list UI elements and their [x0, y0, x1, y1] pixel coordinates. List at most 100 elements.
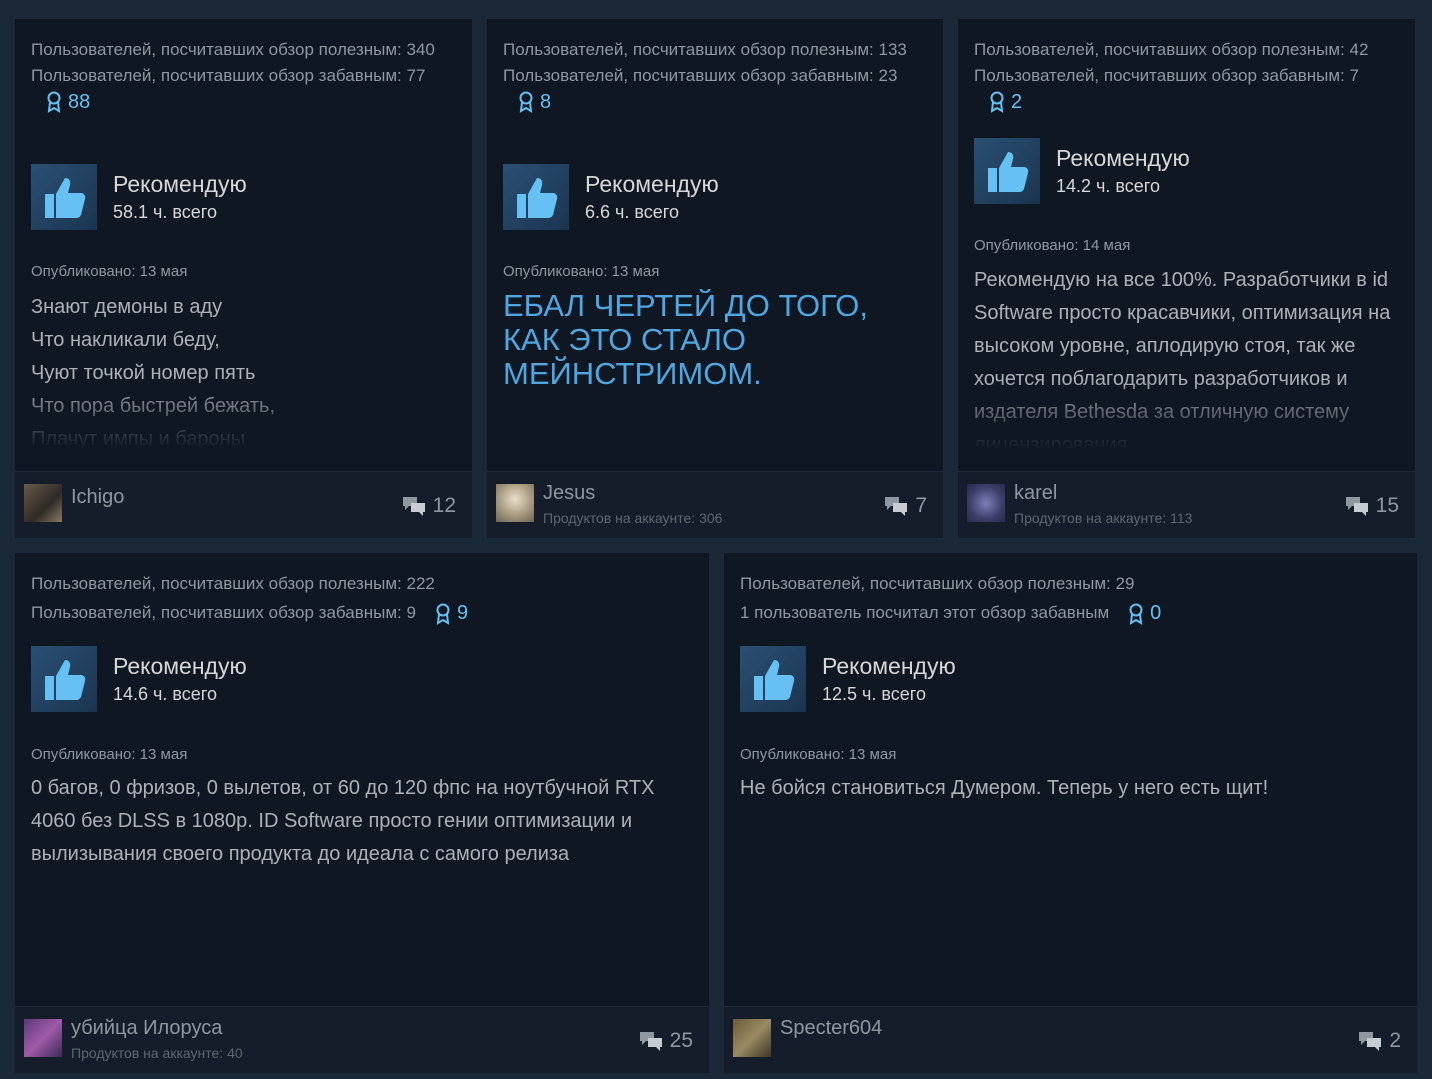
review-stats: Пользователей, посчитавших обзор полезны…	[31, 569, 693, 628]
comments-icon	[1359, 1032, 1382, 1051]
comments-icon	[1345, 497, 1368, 516]
award-icon	[47, 91, 61, 113]
funny-count: Пользователей, посчитавших обзор забавны…	[31, 66, 426, 85]
funny-count: Пользователей, посчитавших обзор забавны…	[31, 603, 416, 622]
award-button[interactable]: 88	[45, 89, 456, 115]
avatar[interactable]	[24, 1019, 62, 1057]
comments-icon	[885, 497, 908, 516]
comments-button[interactable]: 2	[1357, 1029, 1401, 1053]
review-stats: Пользователей, посчитавших обзор полезны…	[974, 37, 1399, 115]
review-card: Пользователей, посчитавших обзор полезны…	[487, 19, 943, 538]
award-button[interactable]: 2	[988, 89, 1399, 115]
helpful-count: Пользователей, посчитавших обзор полезны…	[31, 574, 435, 593]
recommendation: Рекомендую 58.1 ч. всего	[31, 164, 247, 230]
comments-button[interactable]: 7	[883, 494, 927, 518]
recommend-label: Рекомендую	[113, 653, 247, 679]
review-line: Плачут импы и бароны	[31, 428, 246, 449]
review-stats: Пользователей, посчитавших обзор полезны…	[31, 37, 456, 115]
helpful-count: Пользователей, посчитавших обзор полезны…	[31, 40, 435, 59]
recommendation: Рекомендую 6.6 ч. всего	[503, 164, 719, 230]
author-name[interactable]: Specter604	[780, 1017, 882, 1040]
avatar[interactable]	[733, 1019, 771, 1057]
review-footer: убийца Илоруса Продуктов на аккаунте: 40…	[15, 1006, 709, 1073]
review-text[interactable]: Не бойся становиться Думером. Теперь у н…	[740, 772, 1401, 972]
helpful-count: Пользователей, посчитавших обзор полезны…	[740, 574, 1135, 593]
recommendation: Рекомендую 12.5 ч. всего	[740, 646, 956, 712]
review-stats: Пользователей, посчитавших обзор полезны…	[503, 37, 927, 115]
posted-date: Опубликовано: 13 мая	[31, 263, 188, 280]
hours-played: 6.6 ч. всего	[585, 202, 679, 222]
recommend-label: Рекомендую	[585, 171, 719, 197]
helpful-count: Пользователей, посчитавших обзор полезны…	[503, 40, 907, 59]
review-stats: Пользователей, посчитавших обзор полезны…	[740, 569, 1401, 628]
posted-date: Опубликовано: 13 мая	[503, 263, 660, 280]
author-name[interactable]: Jesus	[543, 482, 595, 505]
hours-played: 14.2 ч. всего	[1056, 176, 1160, 196]
avatar[interactable]	[496, 484, 534, 522]
award-count: 9	[456, 602, 469, 625]
posted-date: Опубликовано: 13 мая	[31, 746, 188, 763]
comments-button[interactable]: 25	[638, 1029, 693, 1053]
thumbs-up-icon	[31, 646, 97, 712]
author-name[interactable]: Ichigo	[71, 486, 124, 509]
recommendation: Рекомендую 14.6 ч. всего	[31, 646, 247, 712]
award-button[interactable]: 9	[434, 599, 468, 628]
award-count: 0	[1150, 602, 1162, 625]
review-text[interactable]: Знают демоны в аду Что накликали беду, Ч…	[31, 291, 456, 449]
award-count: 2	[1011, 91, 1023, 113]
hours-played: 58.1 ч. всего	[113, 202, 217, 222]
review-text[interactable]: Рекомендую на все 100%. Разработчики в i…	[974, 264, 1399, 449]
helpful-count: Пользователей, посчитавших обзор полезны…	[974, 40, 1369, 59]
comments-count: 2	[1389, 1029, 1401, 1052]
thumbs-up-icon	[503, 164, 569, 230]
award-count: 8	[540, 91, 552, 113]
comments-count: 12	[432, 494, 456, 517]
thumbs-up-icon	[974, 138, 1040, 204]
posted-date: Опубликовано: 14 мая	[974, 237, 1131, 254]
funny-count: 1 пользователь посчитал этот обзор забав…	[740, 603, 1110, 622]
review-footer: Ichigo 12	[15, 471, 472, 538]
comments-icon	[639, 1032, 662, 1051]
comments-count: 7	[915, 494, 927, 517]
avatar[interactable]	[24, 484, 62, 522]
award-icon	[519, 91, 533, 113]
review-line: Знают демоны в аду	[31, 296, 223, 318]
products-count: Продуктов на аккаунте: 113	[1014, 510, 1193, 526]
recommend-label: Рекомендую	[113, 171, 247, 197]
review-text[interactable]: ЕБАЛ ЧЕРТЕЙ ДО ТОГО, КАК ЭТО СТАЛО МЕЙНС…	[503, 289, 927, 449]
comments-icon	[402, 497, 425, 516]
funny-count: Пользователей, посчитавших обзор забавны…	[974, 66, 1359, 85]
review-card: Пользователей, посчитавших обзор полезны…	[724, 553, 1417, 1073]
review-footer: karel Продуктов на аккаунте: 113 15	[958, 471, 1415, 538]
author-name[interactable]: karel	[1014, 482, 1057, 505]
recommend-label: Рекомендую	[822, 653, 956, 679]
posted-date: Опубликовано: 13 мая	[740, 746, 897, 763]
recommend-label: Рекомендую	[1056, 145, 1190, 171]
award-count: 88	[68, 91, 91, 113]
review-line: Чуют точкой номер пять	[31, 362, 256, 384]
review-line: Что пора быстрей бежать,	[31, 395, 275, 417]
recommendation: Рекомендую 14.2 ч. всего	[974, 138, 1190, 204]
award-icon	[990, 91, 1004, 113]
funny-count: Пользователей, посчитавших обзор забавны…	[503, 66, 898, 85]
products-count: Продуктов на аккаунте: 40	[71, 1045, 243, 1061]
review-card: Пользователей, посчитавших обзор полезны…	[958, 19, 1415, 538]
thumbs-up-icon	[740, 646, 806, 712]
review-card: Пользователей, посчитавших обзор полезны…	[15, 553, 709, 1073]
award-icon	[436, 603, 450, 625]
comments-count: 15	[1375, 494, 1399, 517]
products-count: Продуктов на аккаунте: 306	[543, 510, 723, 526]
hours-played: 12.5 ч. всего	[822, 684, 926, 704]
hours-played: 14.6 ч. всего	[113, 684, 217, 704]
thumbs-up-icon	[31, 164, 97, 230]
author-name[interactable]: убийца Илоруса	[71, 1017, 222, 1040]
review-text[interactable]: 0 багов, 0 фризов, 0 вылетов, от 60 до 1…	[31, 772, 685, 972]
review-card: Пользователей, посчитавших обзор полезны…	[15, 19, 472, 538]
comments-button[interactable]: 12	[401, 494, 456, 518]
comments-button[interactable]: 15	[1344, 494, 1399, 518]
award-button[interactable]: 0	[1127, 599, 1161, 628]
avatar[interactable]	[967, 484, 1005, 522]
award-button[interactable]: 8	[517, 89, 927, 115]
review-footer: Specter604 2	[724, 1006, 1417, 1073]
award-icon	[1129, 603, 1143, 625]
